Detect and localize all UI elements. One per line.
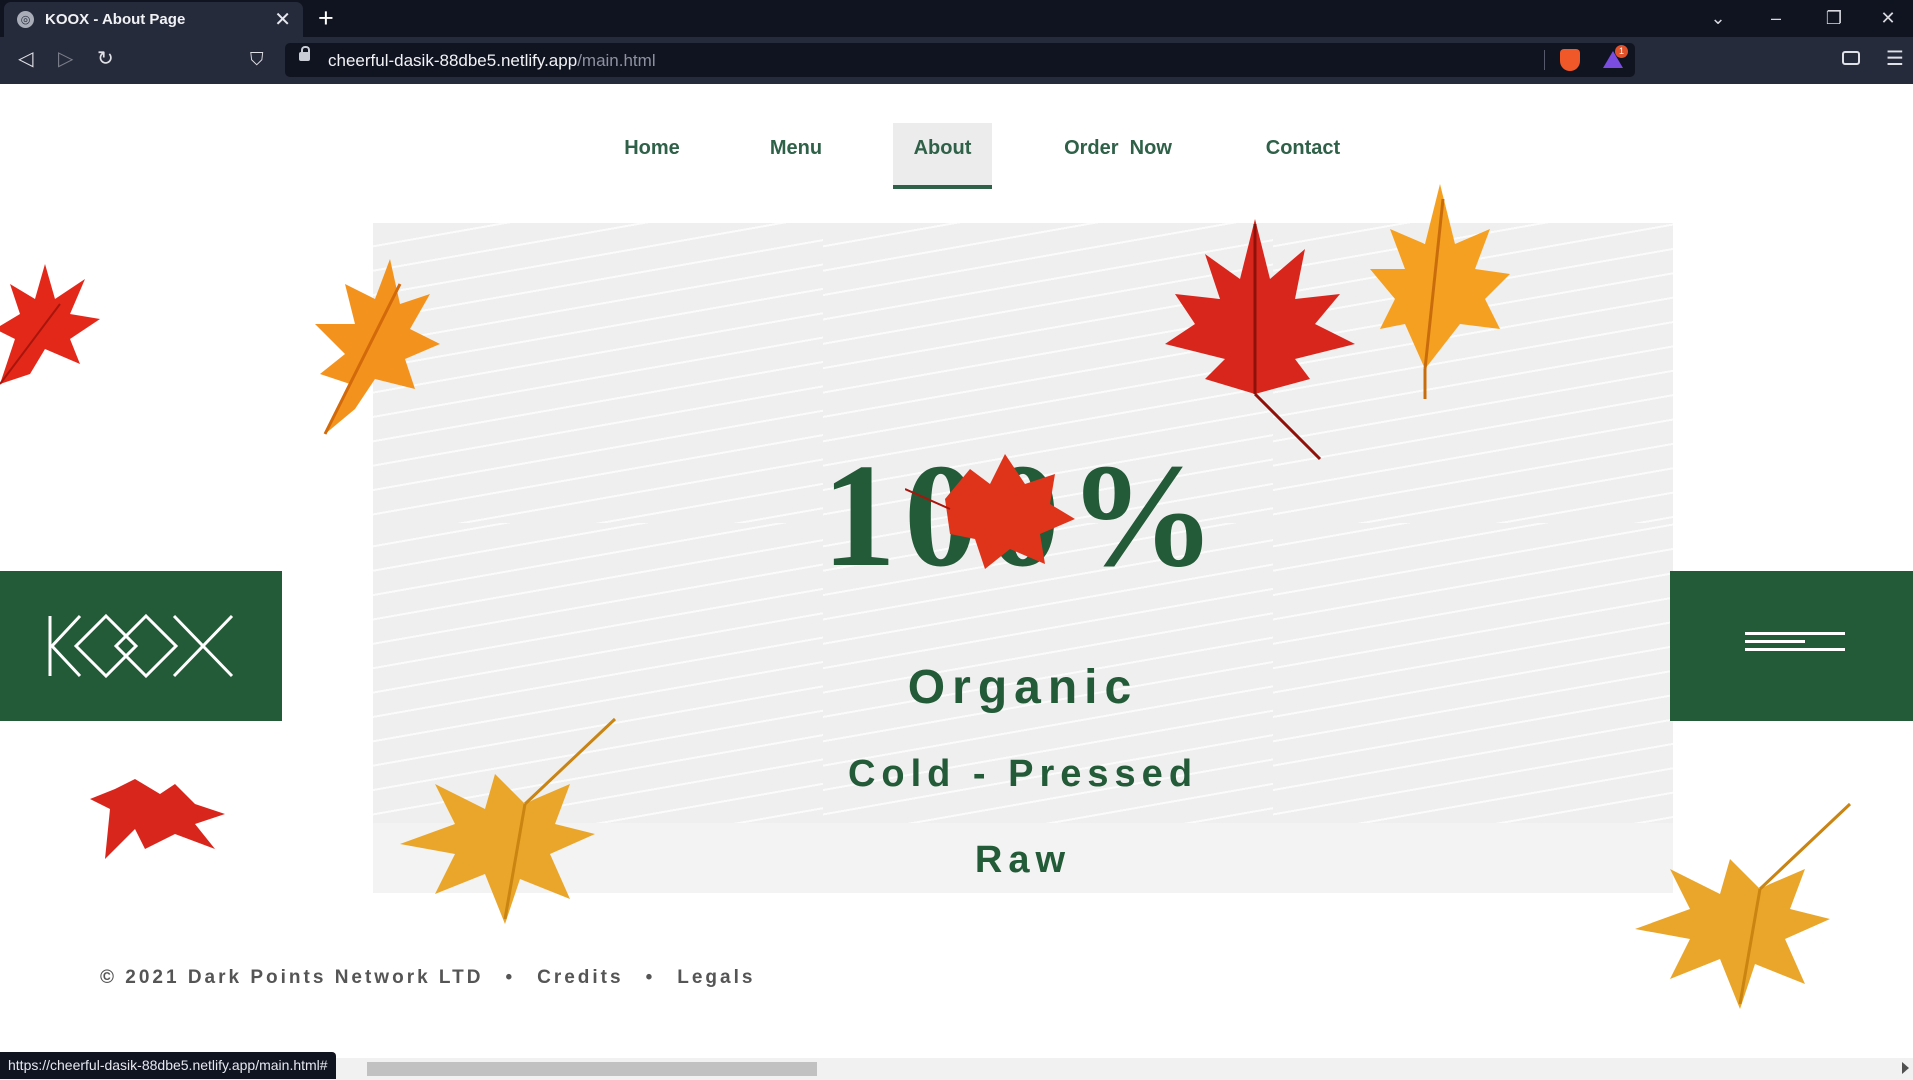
url-path: /main.html — [577, 51, 656, 70]
footer-legals-link[interactable]: Legals — [677, 967, 755, 988]
wallet-icon[interactable] — [1842, 51, 1860, 65]
red-leaf-image — [905, 454, 1075, 569]
site-nav: Home Menu About Order Now Contact — [0, 84, 1913, 194]
tab-search-icon[interactable]: ⌄ — [1690, 0, 1746, 37]
new-tab-button[interactable]: + — [318, 3, 334, 33]
url-text[interactable]: cheerful-dasik-88dbe5.netlify.app/main.h… — [328, 51, 656, 71]
lock-icon — [299, 46, 310, 61]
address-bar[interactable]: cheerful-dasik-88dbe5.netlify.app/main.h… — [285, 43, 1635, 77]
footer-credits-link[interactable]: Credits — [537, 967, 623, 988]
rewards-badge: 1 — [1615, 45, 1628, 58]
hamburger-line — [1745, 648, 1845, 651]
brave-shields-icon[interactable] — [1560, 49, 1580, 71]
site-footer: © 2021 Dark Points Network LTD • Credits • L… — [100, 967, 755, 989]
red-leaf-image — [0, 264, 100, 385]
nav-menu[interactable]: Menu — [746, 123, 846, 169]
window-close-button[interactable]: ✕ — [1860, 0, 1913, 37]
forward-icon[interactable]: ▷ — [58, 47, 73, 71]
back-icon[interactable]: ◁ — [18, 47, 33, 71]
browser-toolbar: ◁ ▷ ↻ ⛉ cheerful-dasik-88dbe5.netlify.ap… — [0, 37, 1913, 84]
restore-button[interactable]: ❐ — [1806, 0, 1862, 37]
close-tab-icon[interactable]: ✕ — [274, 10, 291, 30]
orange-leaf-image — [1370, 184, 1510, 399]
nav-order-now[interactable]: Order Now — [1040, 123, 1196, 169]
reload-icon[interactable]: ↻ — [97, 47, 114, 71]
menu-icon[interactable]: ☰ — [1886, 49, 1904, 69]
minimize-button[interactable]: – — [1748, 0, 1804, 37]
hamburger-line — [1745, 632, 1845, 635]
hamburger-menu-button[interactable] — [1670, 571, 1913, 721]
footer-separator: • — [645, 967, 656, 988]
nav-about[interactable]: About — [893, 123, 992, 189]
status-bar-url: https://cheerful-dasik-88dbe5.netlify.ap… — [0, 1052, 336, 1079]
koox-logo-mark — [48, 613, 234, 679]
nav-home[interactable]: Home — [600, 123, 704, 169]
browser-tab[interactable]: ◎ KOOX - About Page ✕ — [4, 2, 303, 37]
hamburger-line — [1745, 640, 1805, 643]
orange-leaf-image — [315, 259, 440, 435]
hero-organic: Organic — [907, 661, 1139, 714]
nav-contact[interactable]: Contact — [1244, 123, 1362, 169]
footer-copyright: © 2021 Dark Points Network LTD — [100, 967, 484, 988]
scroll-right-arrow-icon[interactable] — [1902, 1062, 1909, 1074]
bookmark-icon[interactable]: ⛉ — [250, 47, 264, 71]
tab-title: KOOX - About Page — [45, 11, 186, 28]
address-separator — [1544, 50, 1545, 70]
page-content: Home Menu About Order Now Contact 100% O… — [0, 84, 1913, 1080]
url-host: cheerful-dasik-88dbe5.netlify.app — [328, 51, 578, 70]
scrollbar-thumb[interactable] — [367, 1062, 817, 1076]
yellow-leaf-image — [1635, 802, 1852, 1009]
red-leaf-image — [90, 779, 225, 859]
browser-tab-bar: ◎ KOOX - About Page ✕ + ⌄ – ❐ ✕ — [0, 0, 1913, 37]
red-leaf-image — [1165, 219, 1355, 461]
yellow-leaf-image — [400, 717, 617, 924]
logo[interactable] — [0, 571, 282, 721]
footer-separator: • — [505, 967, 516, 988]
globe-icon: ◎ — [17, 11, 34, 28]
